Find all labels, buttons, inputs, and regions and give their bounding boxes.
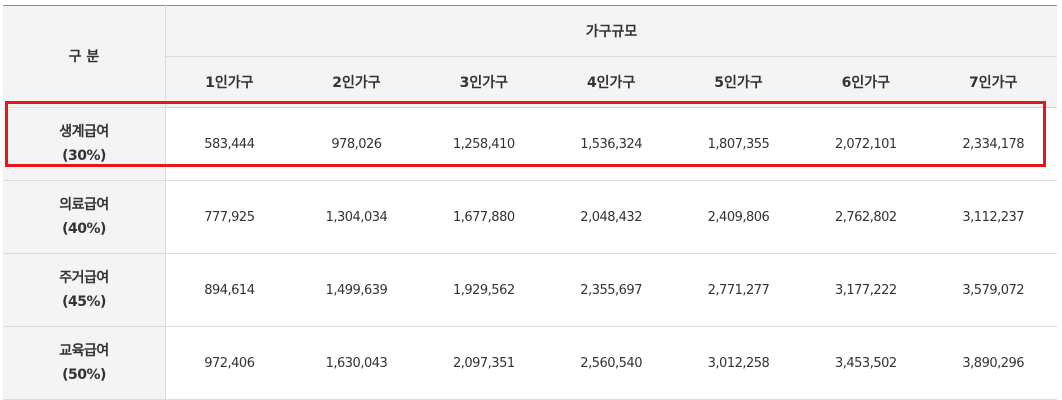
benefit-standard-table: 구 분 가구규모 1인가구 2인가구 3인가구 4인가구 5인가구 6인가구 7… bbox=[3, 5, 1057, 400]
benefit-table-container: 구 분 가구규모 1인가구 2인가구 3인가구 4인가구 5인가구 6인가구 7… bbox=[3, 5, 1057, 400]
table-cell: 894,614 bbox=[165, 253, 293, 327]
column-header-7: 7인가구 bbox=[929, 56, 1057, 108]
column-header-4: 4인가구 bbox=[547, 56, 675, 108]
row-rate: (45%) bbox=[62, 294, 106, 310]
table-cell: 777,925 bbox=[165, 180, 293, 254]
household-size-header: 가구규모 bbox=[165, 5, 1057, 57]
column-header-5: 5인가구 bbox=[674, 56, 803, 108]
table-cell: 972,406 bbox=[165, 326, 293, 400]
column-header-6: 6인가구 bbox=[802, 56, 930, 108]
table-cell: 2,771,277 bbox=[674, 253, 803, 327]
table-cell: 1,929,562 bbox=[420, 253, 548, 327]
table-row-medical: 의료급여 (40%) 777,925 1,304,034 1,677,880 2,… bbox=[3, 180, 1057, 254]
row-header-livelihood: 생계급여 (30%) bbox=[3, 107, 166, 181]
table-cell: 1,304,034 bbox=[292, 180, 421, 254]
row-rate: (30%) bbox=[62, 148, 106, 164]
table-row-livelihood: 생계급여 (30%) 583,444 978,026 1,258,410 1,53… bbox=[3, 107, 1057, 181]
row-rate: (50%) bbox=[62, 367, 106, 383]
row-name: 교육급여 bbox=[59, 343, 109, 359]
table-header: 구 분 가구규모 1인가구 2인가구 3인가구 4인가구 5인가구 6인가구 7… bbox=[3, 5, 1057, 108]
row-rate: (40%) bbox=[62, 221, 106, 237]
row-name: 생계급여 bbox=[59, 124, 109, 140]
table-body: 생계급여 (30%) 583,444 978,026 1,258,410 1,53… bbox=[3, 107, 1057, 400]
row-name: 의료급여 bbox=[59, 197, 109, 213]
table-cell: 2,048,432 bbox=[547, 180, 675, 254]
table-cell: 1,807,355 bbox=[674, 107, 803, 181]
table-cell: 2,762,802 bbox=[802, 180, 930, 254]
table-row-education: 교육급여 (50%) 972,406 1,630,043 2,097,351 2,… bbox=[3, 326, 1057, 400]
corner-header: 구 분 bbox=[3, 5, 166, 108]
table-cell: 3,012,258 bbox=[674, 326, 803, 400]
row-name: 주거급여 bbox=[59, 270, 109, 286]
table-cell: 1,677,880 bbox=[420, 180, 548, 254]
table-cell: 1,536,324 bbox=[547, 107, 675, 181]
table-cell: 2,072,101 bbox=[802, 107, 930, 181]
row-header-housing: 주거급여 (45%) bbox=[3, 253, 166, 327]
table-cell: 3,890,296 bbox=[929, 326, 1057, 400]
table-cell: 3,579,072 bbox=[929, 253, 1057, 327]
column-header-3: 3인가구 bbox=[420, 56, 548, 108]
table-cell: 583,444 bbox=[165, 107, 293, 181]
table-cell: 2,097,351 bbox=[420, 326, 548, 400]
table-cell: 2,355,697 bbox=[547, 253, 675, 327]
table-cell: 978,026 bbox=[292, 107, 421, 181]
table-cell: 2,560,540 bbox=[547, 326, 675, 400]
table-cell: 1,499,639 bbox=[292, 253, 421, 327]
table-cell: 3,453,502 bbox=[802, 326, 930, 400]
table-row-housing: 주거급여 (45%) 894,614 1,499,639 1,929,562 2,… bbox=[3, 253, 1057, 327]
table-cell: 3,177,222 bbox=[802, 253, 930, 327]
table-cell: 1,258,410 bbox=[420, 107, 548, 181]
table-cell: 1,630,043 bbox=[292, 326, 421, 400]
column-header-2: 2인가구 bbox=[292, 56, 421, 108]
column-header-1: 1인가구 bbox=[165, 56, 293, 108]
table-cell: 3,112,237 bbox=[929, 180, 1057, 254]
table-cell: 2,334,178 bbox=[929, 107, 1057, 181]
row-header-education: 교육급여 (50%) bbox=[3, 326, 166, 400]
row-header-medical: 의료급여 (40%) bbox=[3, 180, 166, 254]
table-cell: 2,409,806 bbox=[674, 180, 803, 254]
